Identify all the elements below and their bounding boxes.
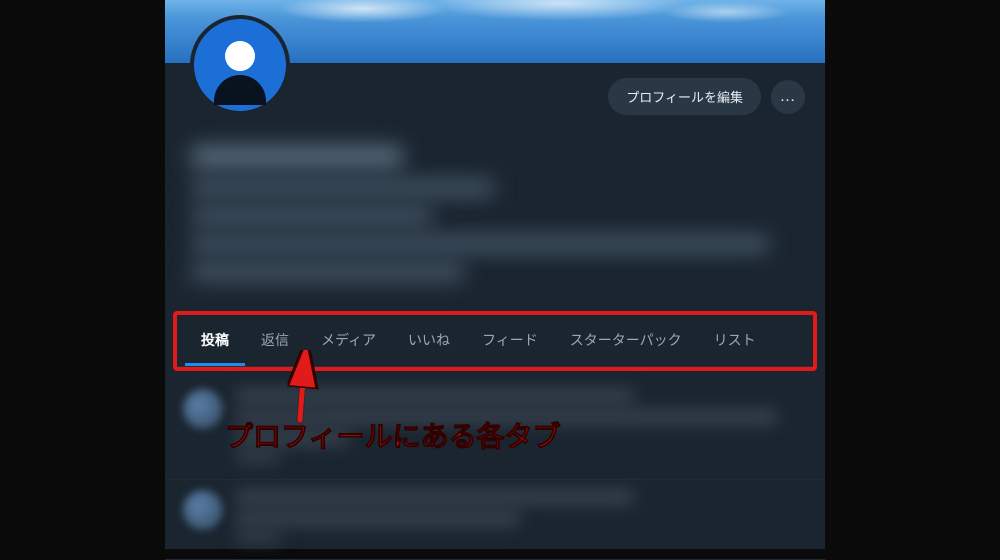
avatar-placeholder-body xyxy=(214,75,266,105)
post-avatar-blurred xyxy=(183,389,223,429)
post-action-blurred xyxy=(235,532,281,542)
post-action-blurred xyxy=(235,452,281,462)
avatar[interactable] xyxy=(190,15,290,115)
tab-lists[interactable]: リスト xyxy=(698,315,772,366)
avatar-placeholder-head xyxy=(225,41,255,71)
tab-posts[interactable]: 投稿 xyxy=(185,315,245,366)
post-text-blurred xyxy=(235,389,635,403)
post-text-blurred xyxy=(235,431,349,445)
bio-line-blurred xyxy=(190,179,495,197)
bio-line-blurred xyxy=(190,207,434,225)
post-text-blurred xyxy=(235,511,521,525)
post-content-blurred xyxy=(235,490,807,549)
tab-replies[interactable]: 返信 xyxy=(245,315,305,366)
profile-bio xyxy=(165,115,825,306)
profile-tabs: 投稿 返信 メディア いいね フィード スターターパック リスト xyxy=(177,315,813,367)
post-item[interactable] xyxy=(165,379,825,480)
post-avatar-blurred xyxy=(183,490,223,530)
bio-line-blurred xyxy=(190,235,770,253)
tabs-highlight-box: 投稿 返信 メディア いいね フィード スターターパック リスト xyxy=(173,311,817,371)
bio-line-blurred xyxy=(190,263,465,281)
post-content-blurred xyxy=(235,389,807,469)
tab-likes[interactable]: いいね xyxy=(392,315,466,366)
tab-media[interactable]: メディア xyxy=(305,315,392,366)
profile-page: プロフィールを編集 … 投稿 返信 メディア いいね フィード スターターパック… xyxy=(165,0,825,549)
more-options-button[interactable]: … xyxy=(771,80,805,114)
display-name-blurred xyxy=(190,145,404,169)
post-text-blurred xyxy=(235,490,635,504)
posts-feed xyxy=(165,371,825,560)
tab-feeds[interactable]: フィード xyxy=(466,315,554,366)
tab-starter-packs[interactable]: スターターパック xyxy=(554,315,698,366)
post-text-blurred xyxy=(235,410,778,424)
post-item[interactable] xyxy=(165,480,825,560)
edit-profile-button[interactable]: プロフィールを編集 xyxy=(608,78,761,115)
